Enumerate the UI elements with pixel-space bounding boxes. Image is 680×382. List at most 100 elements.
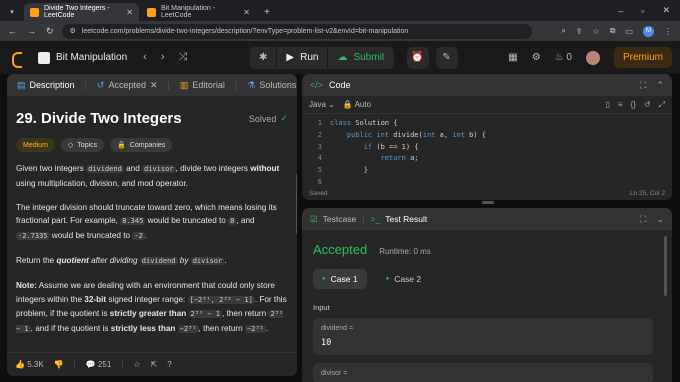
share-icon[interactable]: ⇱	[151, 360, 158, 369]
share-icon[interactable]: ⇪	[576, 27, 583, 36]
help-icon[interactable]: ?	[167, 360, 171, 369]
case-tab-1[interactable]: ● Case 1	[313, 269, 367, 289]
bookmark-icon[interactable]: ▯	[605, 100, 609, 110]
problem-title[interactable]: 29. Divide Two Integers	[16, 110, 182, 127]
notes-button[interactable]: ✎	[435, 46, 458, 69]
result-scrollbar[interactable]	[664, 236, 667, 296]
leetcode-logo[interactable]	[10, 51, 24, 68]
pass-dot-icon: ●	[322, 276, 326, 282]
favorite-star-icon[interactable]: ☆	[133, 360, 140, 369]
maximize-icon[interactable]: ▫	[641, 6, 644, 16]
lock-icon: 🔒	[342, 100, 353, 109]
test-panel-header: ☑ Testcase | >_ Test Result ⛶ ⌄	[302, 208, 672, 230]
collapse-icon[interactable]: ⌃	[656, 80, 664, 91]
forward-icon[interactable]: →	[27, 26, 36, 37]
site-info-icon[interactable]: ⚙	[70, 27, 76, 35]
list-icon	[38, 51, 50, 64]
browser-tab[interactable]: Bit Manipulation - LeetCode ✕	[141, 3, 256, 21]
submit-button[interactable]: ☁ Submit	[328, 46, 394, 69]
extensions-icon[interactable]: ⧉	[610, 26, 616, 36]
like-button[interactable]: 👍 5.3K	[15, 360, 44, 369]
bookmark-star-icon[interactable]: ☆	[593, 27, 600, 36]
prev-problem-icon[interactable]: ‹	[143, 51, 147, 64]
tab-testcase[interactable]: ☑ Testcase	[310, 214, 356, 225]
search-icon[interactable]: ⌕	[561, 26, 565, 36]
problem-list-button[interactable]: Bit Manipulation	[38, 51, 128, 64]
cursor-position: Ln 25, Col 2	[629, 189, 665, 197]
layout-grid-icon[interactable]: ▦	[508, 52, 517, 63]
maximize-icon[interactable]: ⛶	[640, 80, 646, 91]
premium-button[interactable]: Premium	[613, 47, 672, 68]
close-window-icon[interactable]: ✕	[662, 5, 670, 16]
chip-label: Topics	[77, 141, 98, 149]
maximize-icon[interactable]: ⛶	[640, 214, 646, 225]
terminal-icon: >_	[370, 214, 381, 224]
expand-icon[interactable]: ⤢	[659, 100, 665, 110]
window-controls: – ▫ ✕	[618, 0, 680, 21]
timer-button[interactable]: ⏰	[406, 46, 429, 69]
minimize-icon[interactable]: –	[618, 6, 623, 16]
browser-tab-active[interactable]: Divide Two Integers - LeetCode ✕	[24, 3, 139, 21]
run-button[interactable]: ▶ Run	[277, 46, 328, 69]
comments-button[interactable]: 💬 251	[86, 360, 112, 369]
tab-solutions[interactable]: ⚗ Solutions	[241, 74, 297, 96]
url-field[interactable]: ⚙ leetcode.com/problems/divide-two-integ…	[61, 23, 532, 39]
run-label: Run	[300, 52, 319, 63]
close-tab-icon[interactable]: ✕	[243, 8, 250, 17]
back-icon[interactable]: ←	[8, 26, 17, 37]
shuffle-icon[interactable]: ⤨	[179, 51, 188, 64]
debug-button[interactable]: ✱	[250, 46, 277, 69]
new-tab-button[interactable]: +	[258, 3, 276, 21]
difficulty-chip[interactable]: Medium	[16, 138, 55, 152]
pass-dot-icon: ●	[385, 276, 390, 282]
tab-label: Testcase	[322, 214, 357, 224]
user-avatar[interactable]	[585, 50, 600, 65]
tab-description[interactable]: ▤ Description	[11, 74, 81, 96]
description-panel: ▤ Description | ↺ Accepted ✕ | ▥ Editorial |…	[7, 74, 297, 376]
autocomplete-toggle[interactable]: 🔒 Auto	[343, 100, 371, 109]
topics-chip[interactable]: ◇ Topics	[60, 138, 105, 152]
companies-chip[interactable]: 🔒 Companies	[110, 138, 173, 152]
tab-editorial[interactable]: ▥ Editorial	[174, 74, 231, 96]
code-editor[interactable]: 1 class Solution { 2 public int divide(in…	[302, 114, 672, 189]
description-scrollbar[interactable]	[295, 174, 297, 376]
next-problem-icon[interactable]: ›	[161, 51, 165, 64]
description-tabs: ▤ Description | ↺ Accepted ✕ | ▥ Editorial |…	[7, 74, 297, 96]
flask-icon: ⚗	[247, 79, 256, 90]
code-line: 4 return a;	[317, 154, 419, 163]
close-tab-icon[interactable]: ✕	[126, 8, 133, 17]
braces-icon[interactable]: {}	[631, 100, 636, 110]
reset-icon[interactable]: ↺	[644, 100, 651, 110]
tab-accepted[interactable]: ↺ Accepted ✕	[91, 74, 164, 96]
list-name: Bit Manipulation	[56, 52, 128, 63]
menu-icon[interactable]: ⋮	[664, 27, 672, 36]
code-line: 3 if (b == 1) {	[317, 142, 419, 151]
settings-gear-icon[interactable]: ⚙	[532, 52, 541, 63]
book-icon: ▥	[179, 79, 189, 90]
comment-icon: 💬	[85, 360, 96, 369]
language-select[interactable]: Java ⌄	[309, 100, 335, 109]
language-label: Java	[309, 100, 326, 109]
dislike-button[interactable]: 👎	[54, 360, 64, 369]
panel-resize-handle[interactable]	[482, 201, 494, 204]
streak-counter[interactable]: ♨ 0	[555, 52, 572, 63]
profile-avatar[interactable]: M	[643, 25, 654, 37]
editor-status-bar: Saved Ln 25, Col 2	[302, 186, 672, 200]
collapse-icon[interactable]: ⌄	[656, 214, 664, 225]
reload-icon[interactable]: ↻	[46, 26, 54, 37]
tab-test-result[interactable]: >_ Test Result	[371, 214, 428, 224]
leetcode-header: Bit Manipulation ‹ › ⤨ ✱ ▶ Run ☁ Submit …	[0, 41, 680, 74]
return-paragraph: Return the quotient after dividing divid…	[16, 255, 227, 265]
description-footer: 👍 5.3K 👎 | 💬 251 | ☆ ⇱ ?	[7, 352, 297, 376]
test-result-panel: ☑ Testcase | >_ Test Result ⛶ ⌄ Accepted R…	[302, 208, 672, 382]
format-icon[interactable]: ≡	[618, 100, 623, 110]
input-field-box: divisor =	[313, 363, 653, 382]
solved-status: Solved ✓	[249, 113, 288, 124]
close-icon[interactable]: ✕	[150, 80, 158, 91]
sidebar-icon[interactable]: ▭	[625, 27, 633, 36]
solved-label: Solved	[248, 113, 277, 124]
tab-list-button[interactable]: ▾	[2, 3, 22, 21]
case-tab-2[interactable]: ● Case 2	[377, 269, 431, 289]
truncation-paragraph: The integer division should truncate tow…	[16, 202, 277, 241]
thumbs-up-icon: 👍	[15, 360, 25, 369]
